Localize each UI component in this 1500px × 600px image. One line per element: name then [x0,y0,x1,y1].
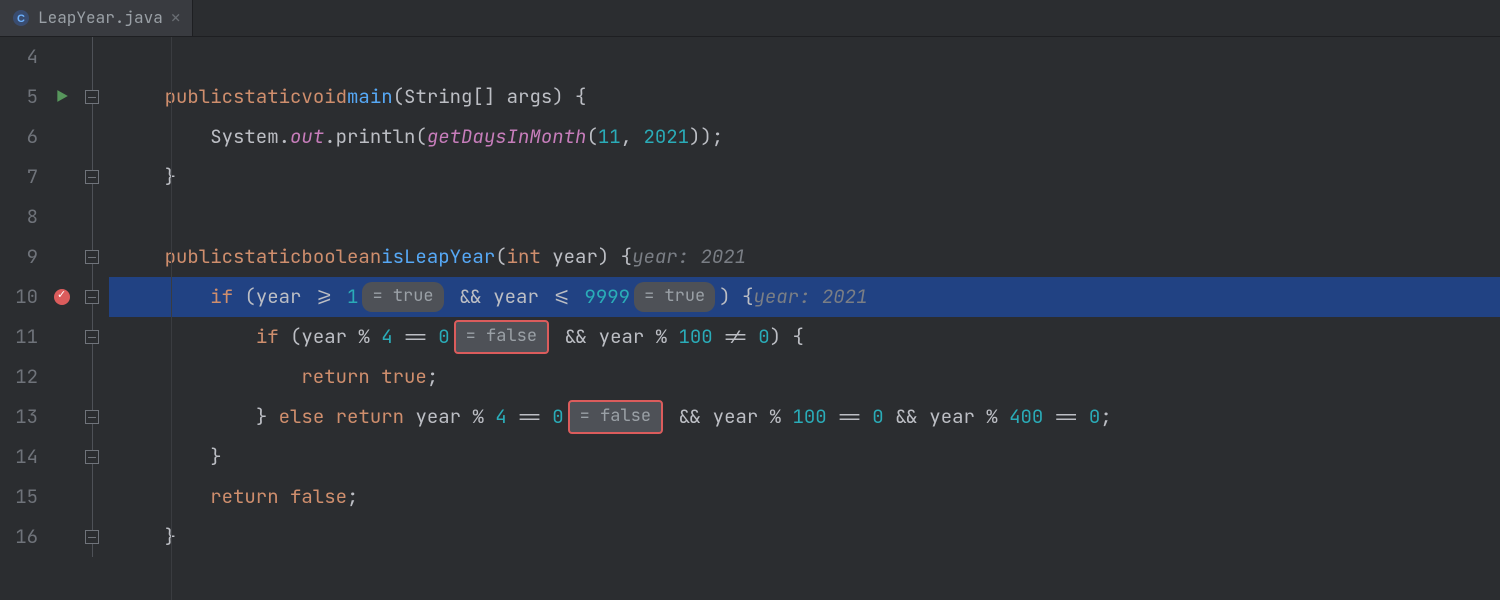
line-number[interactable]: 5 [0,77,48,117]
code-line[interactable] [109,197,1500,237]
eval-hint-highlighted: = false [454,320,549,353]
line-number[interactable]: 7 [0,157,48,197]
fold-toggle-icon[interactable] [85,290,99,304]
fold-toggle-icon[interactable] [85,90,99,104]
tab-filename: LeapYear.java [38,5,163,31]
java-class-icon: C [12,9,30,27]
fold-toggle-icon[interactable] [85,330,99,344]
run-icon[interactable] [55,82,69,112]
code-line[interactable]: public static boolean isLeapYear(int yea… [109,237,1500,277]
line-number[interactable]: 14 [0,437,48,477]
gutter: 4 5 6 7 8 9 10 11 12 13 14 15 16 [0,37,109,600]
code-line-current[interactable]: if (year >= 1= true && year <= 9999= tru… [109,277,1500,317]
code-line[interactable]: } [109,437,1500,477]
editor-tab-bar: C LeapYear.java ✕ [0,0,1500,37]
fold-toggle-icon[interactable] [85,410,99,424]
code-line[interactable]: } else return year % 4 == 0= false && ye… [109,397,1500,437]
line-number[interactable]: 8 [0,197,48,237]
line-number[interactable]: 9 [0,237,48,277]
eval-hint-highlighted: = false [568,400,663,433]
gutter-icons [48,37,76,557]
breakpoint-icon[interactable] [54,289,70,305]
line-number[interactable]: 12 [0,357,48,397]
line-numbers: 4 5 6 7 8 9 10 11 12 13 14 15 16 [0,37,48,557]
eval-hint: = true [634,282,715,311]
fold-toggle-icon[interactable] [85,170,99,184]
editor-tab[interactable]: C LeapYear.java ✕ [0,0,193,36]
line-number[interactable]: 13 [0,397,48,437]
code-line[interactable]: return false; [109,477,1500,517]
svg-text:C: C [17,13,25,25]
code-line[interactable] [109,37,1500,77]
line-number[interactable]: 4 [0,37,48,77]
line-number[interactable]: 15 [0,477,48,517]
indent-guide [171,37,172,600]
code-editor: 4 5 6 7 8 9 10 11 12 13 14 15 16 [0,37,1500,600]
eval-hint: = true [362,282,443,311]
fold-column [76,37,108,557]
code-area[interactable]: public static void main(String[] args) {… [109,37,1500,600]
code-line[interactable]: if (year % 4 == 0= false && year % 100 !… [109,317,1500,357]
code-line[interactable]: System.out.println(getDaysInMonth(11, 20… [109,117,1500,157]
close-icon[interactable]: ✕ [171,5,181,31]
code-line[interactable]: return true; [109,357,1500,397]
code-line[interactable]: } [109,517,1500,557]
line-number[interactable]: 6 [0,117,48,157]
code-line[interactable]: public static void main(String[] args) { [109,77,1500,117]
line-number[interactable]: 10 [0,277,48,317]
line-number[interactable]: 11 [0,317,48,357]
fold-toggle-icon[interactable] [85,250,99,264]
inline-hint-comment: year: 2021 [632,242,746,272]
fold-toggle-icon[interactable] [85,450,99,464]
code-line[interactable]: } [109,157,1500,197]
fold-toggle-icon[interactable] [85,530,99,544]
inline-hint-comment: year: 2021 [753,282,867,312]
line-number[interactable]: 16 [0,517,48,557]
